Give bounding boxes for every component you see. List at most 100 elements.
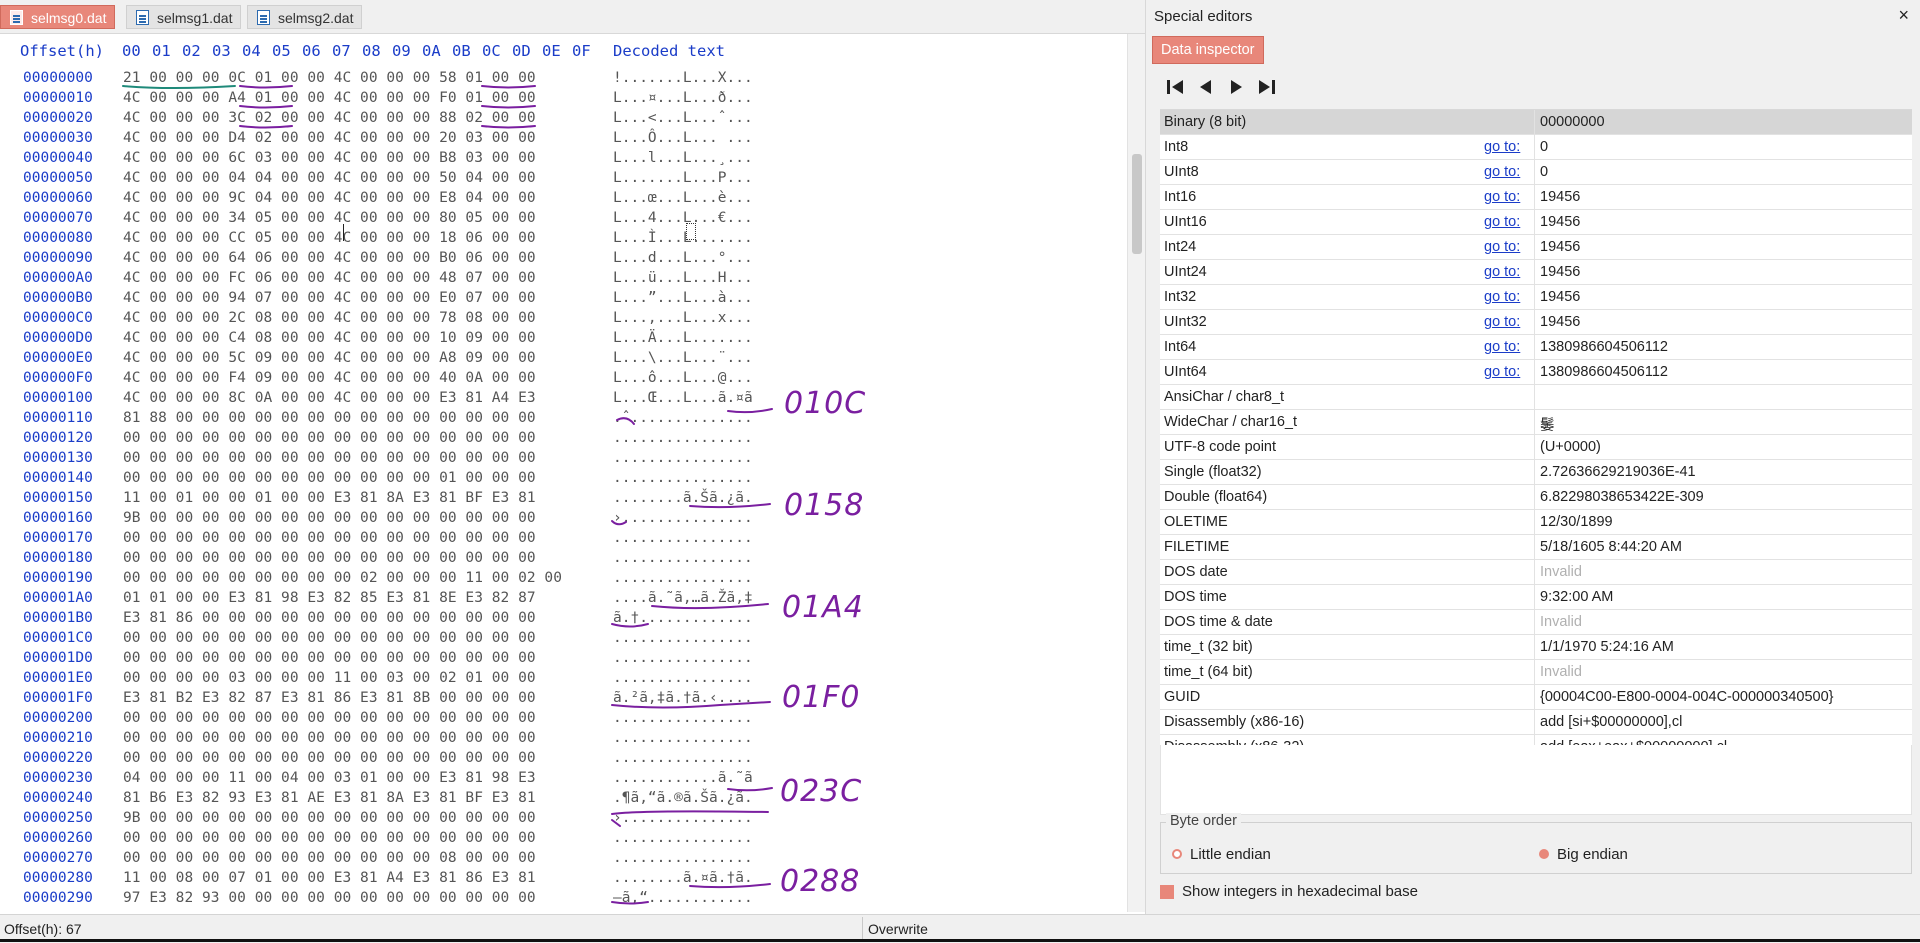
row-decoded-text[interactable]: ................	[613, 830, 753, 846]
row-bytes[interactable]: 9B 00 00 00 00 00 00 00 00 00 00 00 00 0…	[123, 510, 536, 526]
row-bytes[interactable]: 4C 00 00 00 F4 09 00 00 4C 00 00 00 40 0…	[123, 370, 536, 386]
row-bytes[interactable]: 4C 00 00 00 FC 06 00 00 4C 00 00 00 48 0…	[123, 270, 536, 286]
row-bytes[interactable]: 4C 00 00 00 D4 02 00 00 4C 00 00 00 20 0…	[123, 130, 536, 146]
tab-data-inspector[interactable]: Data inspector	[1152, 36, 1264, 64]
row-decoded-text[interactable]: .ˆ..............	[613, 410, 753, 426]
inspector-value[interactable]: 19456	[1540, 189, 1580, 205]
row-bytes[interactable]: 9B 00 00 00 00 00 00 00 00 00 00 00 00 0…	[123, 810, 536, 826]
inspector-row[interactable]: OLETIME 12/30/1899	[1160, 510, 1912, 535]
row-decoded-text[interactable]: ........ã.Šã.¿ã.	[613, 490, 753, 506]
row-bytes[interactable]: 00 00 00 00 00 00 00 00 00 00 00 00 00 0…	[123, 550, 536, 566]
row-bytes[interactable]: 81 88 00 00 00 00 00 00 00 00 00 00 00 0…	[123, 410, 536, 426]
last-icon[interactable]	[1254, 76, 1278, 98]
row-bytes[interactable]: 4C 00 00 00 9C 04 00 00 4C 00 00 00 E8 0…	[123, 190, 536, 206]
hex-base-checkbox[interactable]: Show integers in hexadecimal base	[1160, 883, 1418, 900]
inspector-value[interactable]: 1380986604506112	[1540, 339, 1668, 355]
inspector-row[interactable]: Int64 go to: 1380986604506112	[1160, 335, 1912, 360]
inspector-value[interactable]: 19456	[1540, 314, 1580, 330]
inspector-row[interactable]: Int16 go to: 19456	[1160, 185, 1912, 210]
row-bytes[interactable]: E3 81 86 00 00 00 00 00 00 00 00 00 00 0…	[123, 610, 536, 626]
inspector-value[interactable]: add [si+$00000000],cl	[1540, 714, 1682, 730]
inspector-value[interactable]: Invalid	[1540, 614, 1582, 630]
row-decoded-text[interactable]: L...Œ...L...ã.¤ã	[613, 390, 753, 406]
inspector-row[interactable]: UInt32 go to: 19456	[1160, 310, 1912, 335]
row-decoded-text[interactable]: ....ã.˜ã‚…ã.Žã‚‡	[613, 590, 753, 606]
row-decoded-text[interactable]: ................	[613, 670, 753, 686]
row-decoded-text[interactable]: L...”...L...à...	[613, 290, 753, 306]
close-icon[interactable]: ×	[1898, 5, 1909, 26]
inspector-row[interactable]: Int32 go to: 19456	[1160, 285, 1912, 310]
tab-selmsg1[interactable]: selmsg1.dat	[126, 5, 242, 29]
row-bytes[interactable]: 00 00 00 00 00 00 00 00 00 00 00 00 00 0…	[123, 710, 536, 726]
row-bytes[interactable]: 4C 00 00 00 34 05 00 00 4C 00 00 00 80 0…	[123, 210, 536, 226]
row-decoded-text[interactable]: L...d...L...°...	[613, 250, 753, 266]
row-decoded-text[interactable]: ................	[613, 630, 753, 646]
big-endian-radio[interactable]: Big endian	[1539, 846, 1628, 863]
row-bytes[interactable]: 4C 00 00 00 5C 09 00 00 4C 00 00 00 A8 0…	[123, 350, 536, 366]
inspector-row[interactable]: Binary (8 bit) 00000000	[1160, 110, 1912, 135]
row-bytes[interactable]: 00 00 00 00 00 00 00 00 00 02 00 00 00 1…	[123, 570, 562, 586]
goto-link[interactable]: go to:	[1484, 139, 1520, 155]
row-decoded-text[interactable]: ................	[613, 430, 753, 446]
inspector-row[interactable]: Single (float32) 2.72636629219036E-41	[1160, 460, 1912, 485]
inspector-row[interactable]: Int24 go to: 19456	[1160, 235, 1912, 260]
row-decoded-text[interactable]: L...ô...L...@...	[613, 370, 753, 386]
tab-selmsg2[interactable]: selmsg2.dat	[247, 5, 363, 29]
row-bytes[interactable]: 11 00 01 00 00 01 00 00 E3 81 8A E3 81 B…	[123, 490, 536, 506]
row-bytes[interactable]: 00 00 00 00 00 00 00 00 00 00 00 00 00 0…	[123, 630, 536, 646]
inspector-row[interactable]: FILETIME 5/18/1605 8:44:20 AM	[1160, 535, 1912, 560]
inspector-row[interactable]: AnsiChar / char8_t	[1160, 385, 1912, 410]
inspector-row[interactable]: Double (float64) 6.82298038653422E-309	[1160, 485, 1912, 510]
goto-link[interactable]: go to:	[1484, 214, 1520, 230]
inspector-row[interactable]: UInt24 go to: 19456	[1160, 260, 1912, 285]
row-bytes[interactable]: 4C 00 00 00 3C 02 00 00 4C 00 00 00 88 0…	[123, 110, 536, 126]
row-bytes[interactable]: 01 01 00 00 E3 81 98 E3 82 85 E3 81 8E E…	[123, 590, 536, 606]
row-decoded-text[interactable]: L...œ...L...è...	[613, 190, 753, 206]
inspector-value[interactable]: 0	[1540, 139, 1548, 155]
little-endian-radio[interactable]: Little endian	[1172, 846, 1271, 863]
inspector-row[interactable]: time_t (32 bit) 1/1/1970 5:24:16 AM	[1160, 635, 1912, 660]
goto-link[interactable]: go to:	[1484, 164, 1520, 180]
inspector-value[interactable]: 0	[1540, 164, 1548, 180]
inspector-value[interactable]: 19456	[1540, 239, 1580, 255]
inspector-row[interactable]: UInt16 go to: 19456	[1160, 210, 1912, 235]
row-decoded-text[interactable]: ................	[613, 750, 753, 766]
inspector-row[interactable]: UTF-8 code point (U+0000)	[1160, 435, 1912, 460]
row-decoded-text[interactable]: L...<...L...ˆ...	[613, 110, 753, 126]
inspector-value[interactable]: (U+0000)	[1540, 439, 1601, 455]
prev-icon[interactable]	[1194, 76, 1218, 98]
row-bytes[interactable]: 4C 00 00 00 64 06 00 00 4C 00 00 00 B0 0…	[123, 250, 536, 266]
row-bytes[interactable]: 00 00 00 00 03 00 00 00 11 00 03 00 02 0…	[123, 670, 536, 686]
row-bytes[interactable]: 4C 00 00 00 2C 08 00 00 4C 00 00 00 78 0…	[123, 310, 536, 326]
row-bytes[interactable]: 00 00 00 00 00 00 00 00 00 00 00 00 00 0…	[123, 530, 536, 546]
row-bytes[interactable]: 4C 00 00 00 94 07 00 00 4C 00 00 00 E0 0…	[123, 290, 536, 306]
scrollbar-thumb[interactable]	[1132, 154, 1142, 254]
row-decoded-text[interactable]: L...Ä...L.......	[613, 330, 753, 346]
row-bytes[interactable]: 81 B6 E3 82 93 E3 81 AE E3 81 8A E3 81 B…	[123, 790, 536, 806]
inspector-value[interactable]: 6.82298038653422E-309	[1540, 489, 1704, 505]
inspector-value[interactable]: Invalid	[1540, 664, 1582, 680]
row-decoded-text[interactable]: L...\...L...¨...	[613, 350, 753, 366]
goto-link[interactable]: go to:	[1484, 289, 1520, 305]
row-bytes[interactable]: 00 00 00 00 00 00 00 00 00 00 00 00 01 0…	[123, 470, 536, 486]
inspector-value[interactable]: 1380986604506112	[1540, 364, 1668, 380]
row-decoded-text[interactable]: L...Ô...L... ...	[613, 130, 753, 146]
row-bytes[interactable]: 11 00 08 00 07 01 00 00 E3 81 A4 E3 81 8…	[123, 870, 536, 886]
row-decoded-text[interactable]: ................	[613, 450, 753, 466]
inspector-row[interactable]: Disassembly (x86-16) add [si+$00000000],c…	[1160, 710, 1912, 735]
row-decoded-text[interactable]: ................	[613, 550, 753, 566]
inspector-row[interactable]: UInt64 go to: 1380986604506112	[1160, 360, 1912, 385]
row-decoded-text[interactable]: L...¤...L...ð...	[613, 90, 753, 106]
row-bytes[interactable]: 00 00 00 00 00 00 00 00 00 00 00 00 00 0…	[123, 730, 536, 746]
row-decoded-text[interactable]: ã.†.............	[613, 610, 753, 626]
edit-mode-status[interactable]: Overwrite	[868, 921, 928, 937]
inspector-row[interactable]: DOS time 9:32:00 AM	[1160, 585, 1912, 610]
row-decoded-text[interactable]: L.......L...P...	[613, 170, 753, 186]
inspector-grid[interactable]: Binary (8 bit) 00000000 Int8 go to: 0 UInt8 go…	[1160, 109, 1912, 785]
vertical-scrollbar[interactable]	[1127, 34, 1146, 912]
first-icon[interactable]	[1164, 76, 1188, 98]
row-decoded-text[interactable]: L...Ì...L.......	[613, 230, 753, 246]
row-bytes[interactable]: 4C 00 00 00 C4 08 00 00 4C 00 00 00 10 0…	[123, 330, 536, 346]
inspector-row[interactable]: Int8 go to: 0	[1160, 135, 1912, 160]
row-decoded-text[interactable]: ›...............	[613, 510, 753, 526]
